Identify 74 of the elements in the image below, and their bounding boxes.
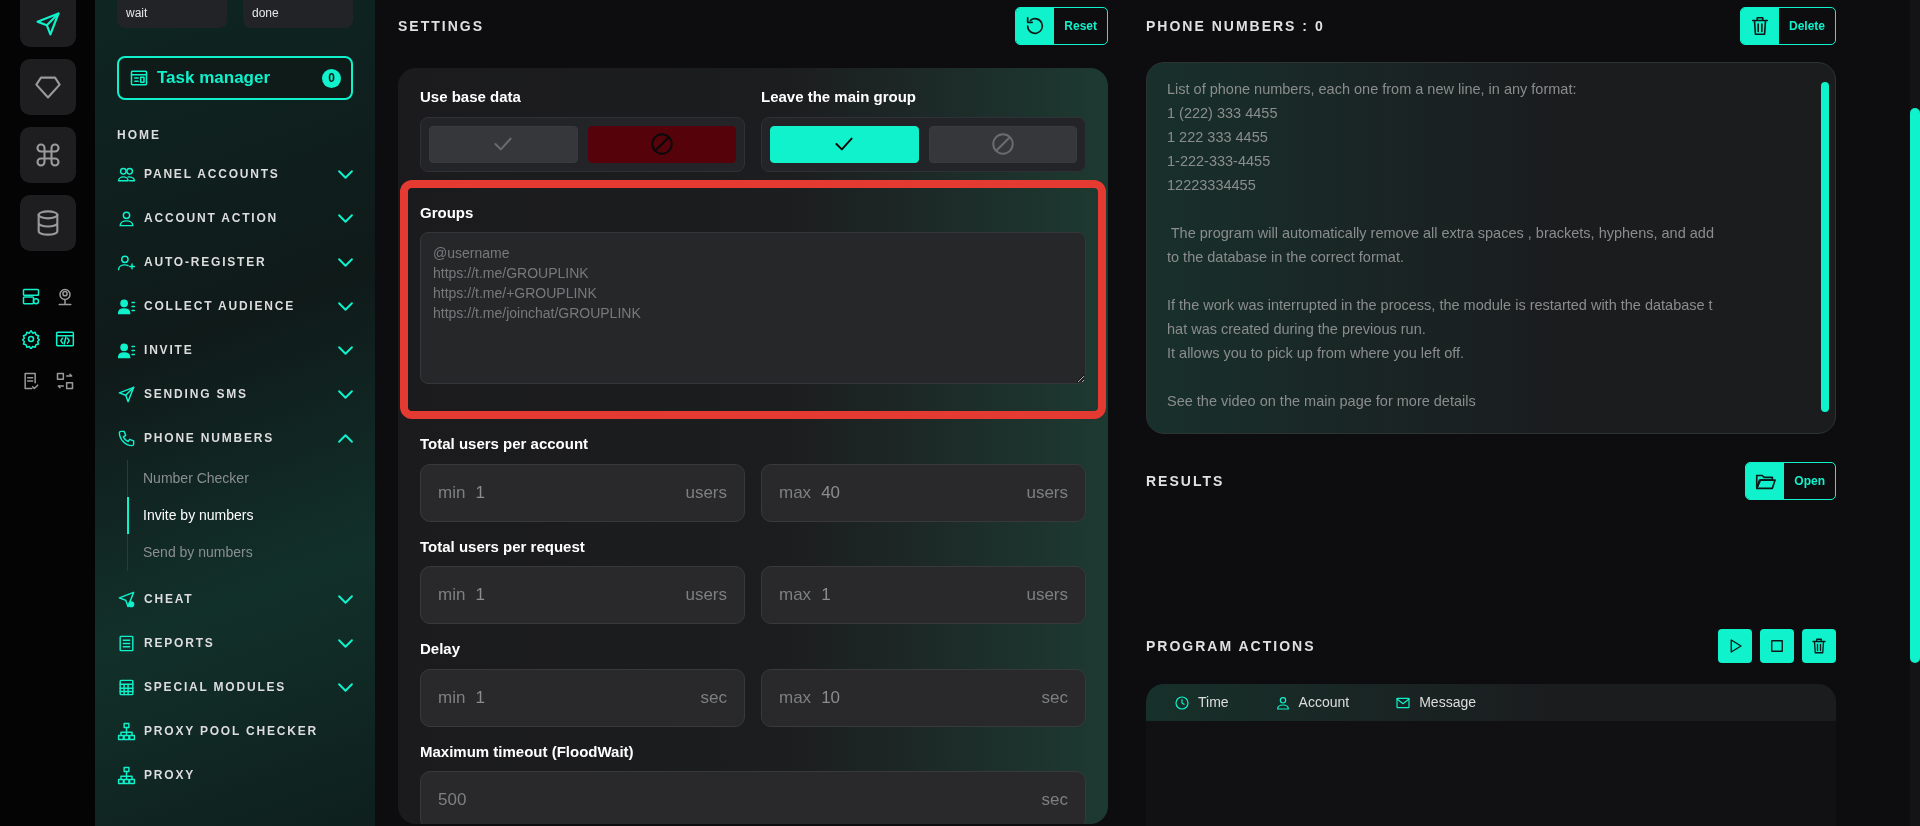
clear-button[interactable] (1802, 629, 1836, 663)
open-button[interactable]: Open (1745, 462, 1836, 500)
sidebar-item[interactable]: REPORTS (117, 621, 353, 665)
clock-icon (1174, 694, 1190, 711)
sidebar-subitem[interactable]: Invite by numbers (127, 497, 353, 534)
sidebar-item[interactable]: COLLECT AUDIENCE (117, 284, 353, 328)
sidebar-item[interactable]: PROXY POOL CHECKER (117, 709, 353, 753)
section-title: PHONE NUMBERS : 0 (1146, 16, 1325, 36)
field-label: Total users per account (420, 434, 590, 454)
number-field[interactable]: min 1 users (420, 566, 745, 624)
sidebar-item[interactable]: PROXY (117, 753, 353, 797)
reset-button[interactable]: Reset (1015, 7, 1108, 45)
report-icon (117, 633, 136, 653)
task-list-icon (129, 68, 149, 88)
calculator-icon (117, 677, 136, 697)
field-label: Total users per request (420, 536, 586, 557)
groups-field[interactable]: @username https://t.me/GROUPLINK https://t.me/+GROUPLINK https://t.me/joinchat/GROUPLINK (420, 232, 1086, 384)
section-title: RESULTS (1146, 471, 1225, 491)
number-field[interactable]: max 1 users (761, 566, 1086, 624)
sidebar-item[interactable]: PHONE NUMBERS (117, 416, 353, 460)
gear-icon[interactable] (20, 329, 41, 349)
user-icon (1274, 694, 1291, 711)
number-field[interactable]: 500 sec (420, 771, 1086, 824)
number-field[interactable]: min 1 sec (420, 668, 745, 727)
delete-button[interactable]: Delete (1739, 7, 1836, 45)
section-title: PROGRAM ACTIONS (1146, 636, 1316, 656)
phone-numbers-field[interactable]: List of phone numbers, each one from a new line, in any format: 1 (222) 333 4455 1 222 333 4455 1-222-333-4455 12223334455 The program will automatically remove all extra spaces , brackets, hyphens, and add to the database in the correct format. If the work was interrupted in the process, the module is restarted with the database t hat was created during the previous run. It allows you to pick up from where you left off. See the video on the main page for more details (1146, 62, 1836, 434)
count-badge: 0 (322, 68, 341, 88)
section-title: SETTINGS (398, 16, 484, 36)
column-header: Account (1298, 693, 1350, 712)
phone-icon (117, 428, 136, 448)
sidebar-subitem[interactable]: Send by numbers (127, 534, 353, 571)
rail-button[interactable] (19, 195, 76, 251)
play-button[interactable] (1718, 629, 1752, 663)
sidebar-item[interactable]: SPECIAL MODULES (117, 665, 353, 709)
number-field[interactable]: min 1 users (420, 463, 745, 522)
sidebar-item[interactable]: PANEL ACCOUNTS (117, 152, 353, 196)
swap-icon[interactable] (54, 371, 75, 391)
server-check-icon[interactable] (20, 287, 41, 307)
send-icon (33, 9, 62, 38)
no-option[interactable] (928, 125, 1077, 163)
sidebar-item[interactable]: ACCOUNT ACTION (117, 196, 353, 240)
network-icon (117, 765, 136, 785)
sidebar-item[interactable]: CHEAT (117, 577, 353, 621)
stop-icon (1768, 637, 1786, 655)
code-window-icon[interactable] (54, 329, 75, 349)
send-icon (117, 384, 136, 404)
send-plus-icon (117, 589, 136, 609)
field-label: Leave the main group (761, 87, 918, 107)
field-label: Use base data (420, 87, 522, 107)
sidebar-item[interactable]: INVITE (117, 328, 353, 372)
task-manager-button[interactable]: Task manager 0 (117, 56, 353, 100)
forbidden-icon (989, 131, 1016, 157)
network-icon (117, 721, 136, 741)
rail-button[interactable] (19, 127, 76, 183)
status-box: done (243, 0, 353, 28)
field-label: Delay (420, 639, 462, 659)
field-label: Maximum timeout (FloodWait) (420, 741, 635, 762)
sidebar-item[interactable]: SENDING SMS (117, 372, 353, 416)
stop-button[interactable] (1760, 629, 1794, 663)
rail-button[interactable] (19, 59, 76, 115)
forbidden-icon (648, 131, 675, 157)
column-header: Time (1198, 693, 1229, 712)
number-field[interactable]: max 10 sec (761, 668, 1086, 727)
number-field[interactable]: max 40 users (761, 463, 1086, 522)
trash-icon (1810, 637, 1828, 655)
sidebar-subitem[interactable]: Number Checker (127, 460, 353, 497)
user-icon (117, 208, 136, 228)
home-link[interactable]: HOME (117, 126, 161, 144)
status-box: wait (117, 0, 227, 28)
column-header: Message (1419, 693, 1476, 712)
sidebar-item[interactable]: AUTO-REGISTER (117, 240, 353, 284)
rail-button[interactable] (19, 0, 76, 47)
field-label: Groups (420, 202, 475, 223)
